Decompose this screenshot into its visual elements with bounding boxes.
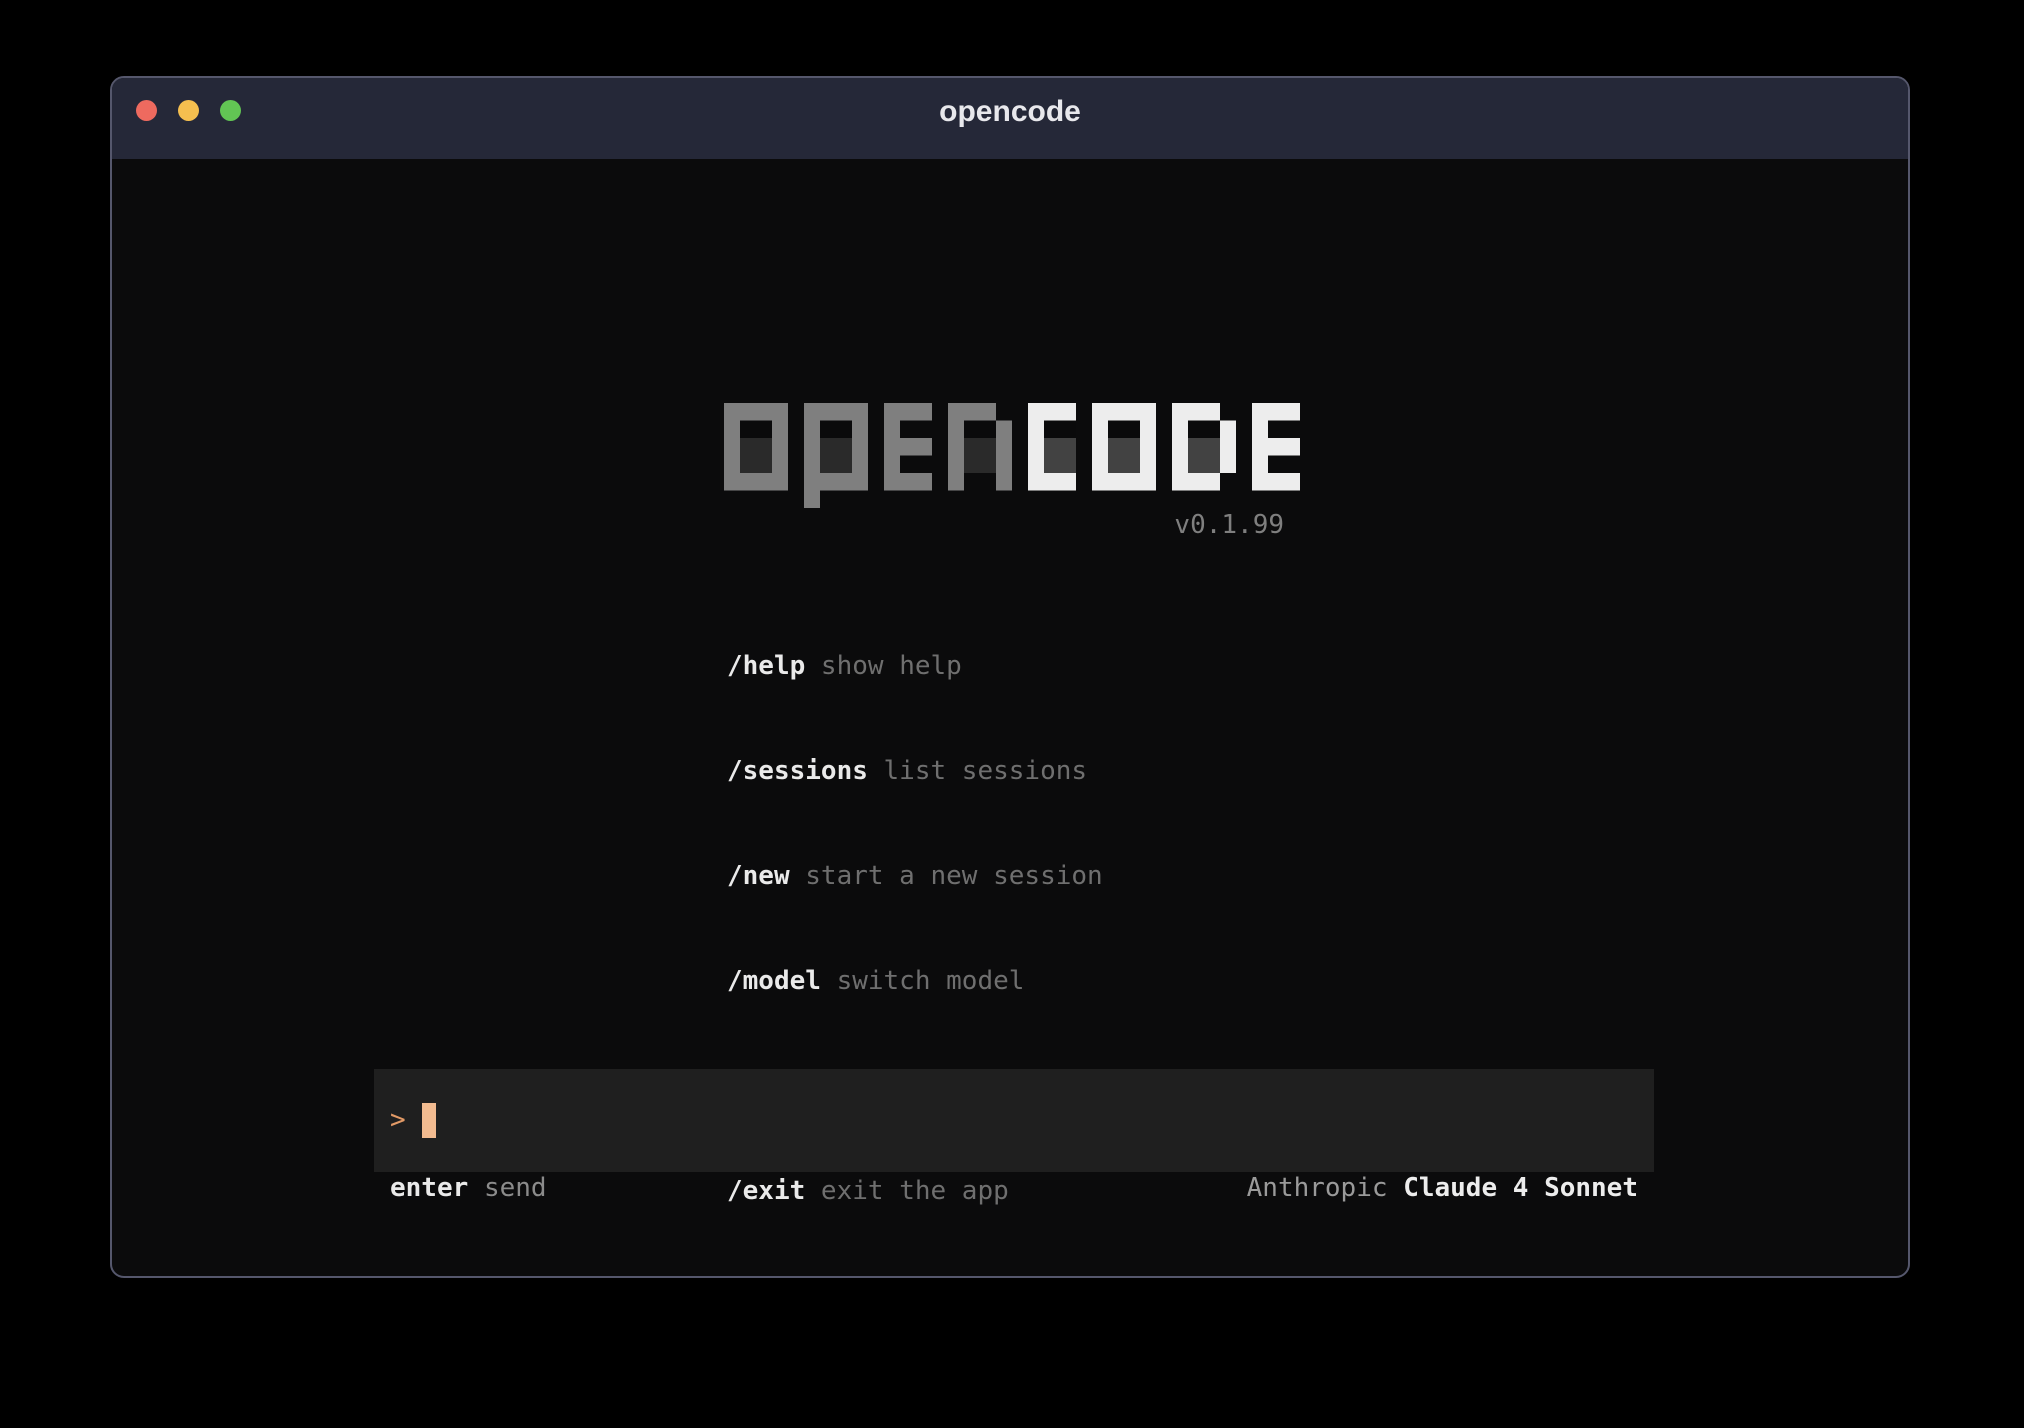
send-hint: enter send bbox=[390, 1171, 547, 1206]
hint-key: enter bbox=[390, 1173, 468, 1203]
window-titlebar: opencode bbox=[112, 78, 1908, 159]
model-provider: Anthropic bbox=[1247, 1173, 1388, 1203]
text-cursor bbox=[422, 1103, 436, 1138]
message-input[interactable]: > bbox=[374, 1069, 1654, 1172]
command-description: start a new session bbox=[805, 861, 1102, 891]
command-item: /model switch model bbox=[727, 964, 1103, 999]
window-title: opencode bbox=[112, 95, 1908, 129]
model-name: Claude 4 Sonnet bbox=[1403, 1173, 1638, 1203]
version-label: v0.1.99 bbox=[724, 508, 1284, 543]
command-item: /help show help bbox=[727, 649, 1103, 684]
desktop-background: { "window": { "title": "opencode", "traf… bbox=[0, 0, 2024, 1428]
hint-action: send bbox=[484, 1173, 547, 1203]
terminal-content: opencode bbox=[112, 159, 1908, 1276]
input-line: > bbox=[390, 1103, 436, 1138]
command-description: switch model bbox=[837, 966, 1025, 996]
model-indicator: Anthropic Claude 4 Sonnet bbox=[1247, 1171, 1638, 1206]
command-description: show help bbox=[821, 651, 962, 681]
command-name: /model bbox=[727, 966, 821, 996]
prompt-symbol: > bbox=[390, 1105, 406, 1135]
command-name: /help bbox=[727, 651, 805, 681]
command-name: /new bbox=[727, 861, 790, 891]
command-item: /sessions list sessions bbox=[727, 754, 1103, 789]
opencode-logo: opencode bbox=[724, 403, 1300, 509]
command-description: list sessions bbox=[884, 756, 1088, 786]
opencode-window: opencode opencode bbox=[110, 76, 1910, 1278]
command-item: /new start a new session bbox=[727, 859, 1103, 894]
command-name: /sessions bbox=[727, 756, 868, 786]
status-bar: enter send Anthropic Claude 4 Sonnet bbox=[374, 1171, 1654, 1206]
